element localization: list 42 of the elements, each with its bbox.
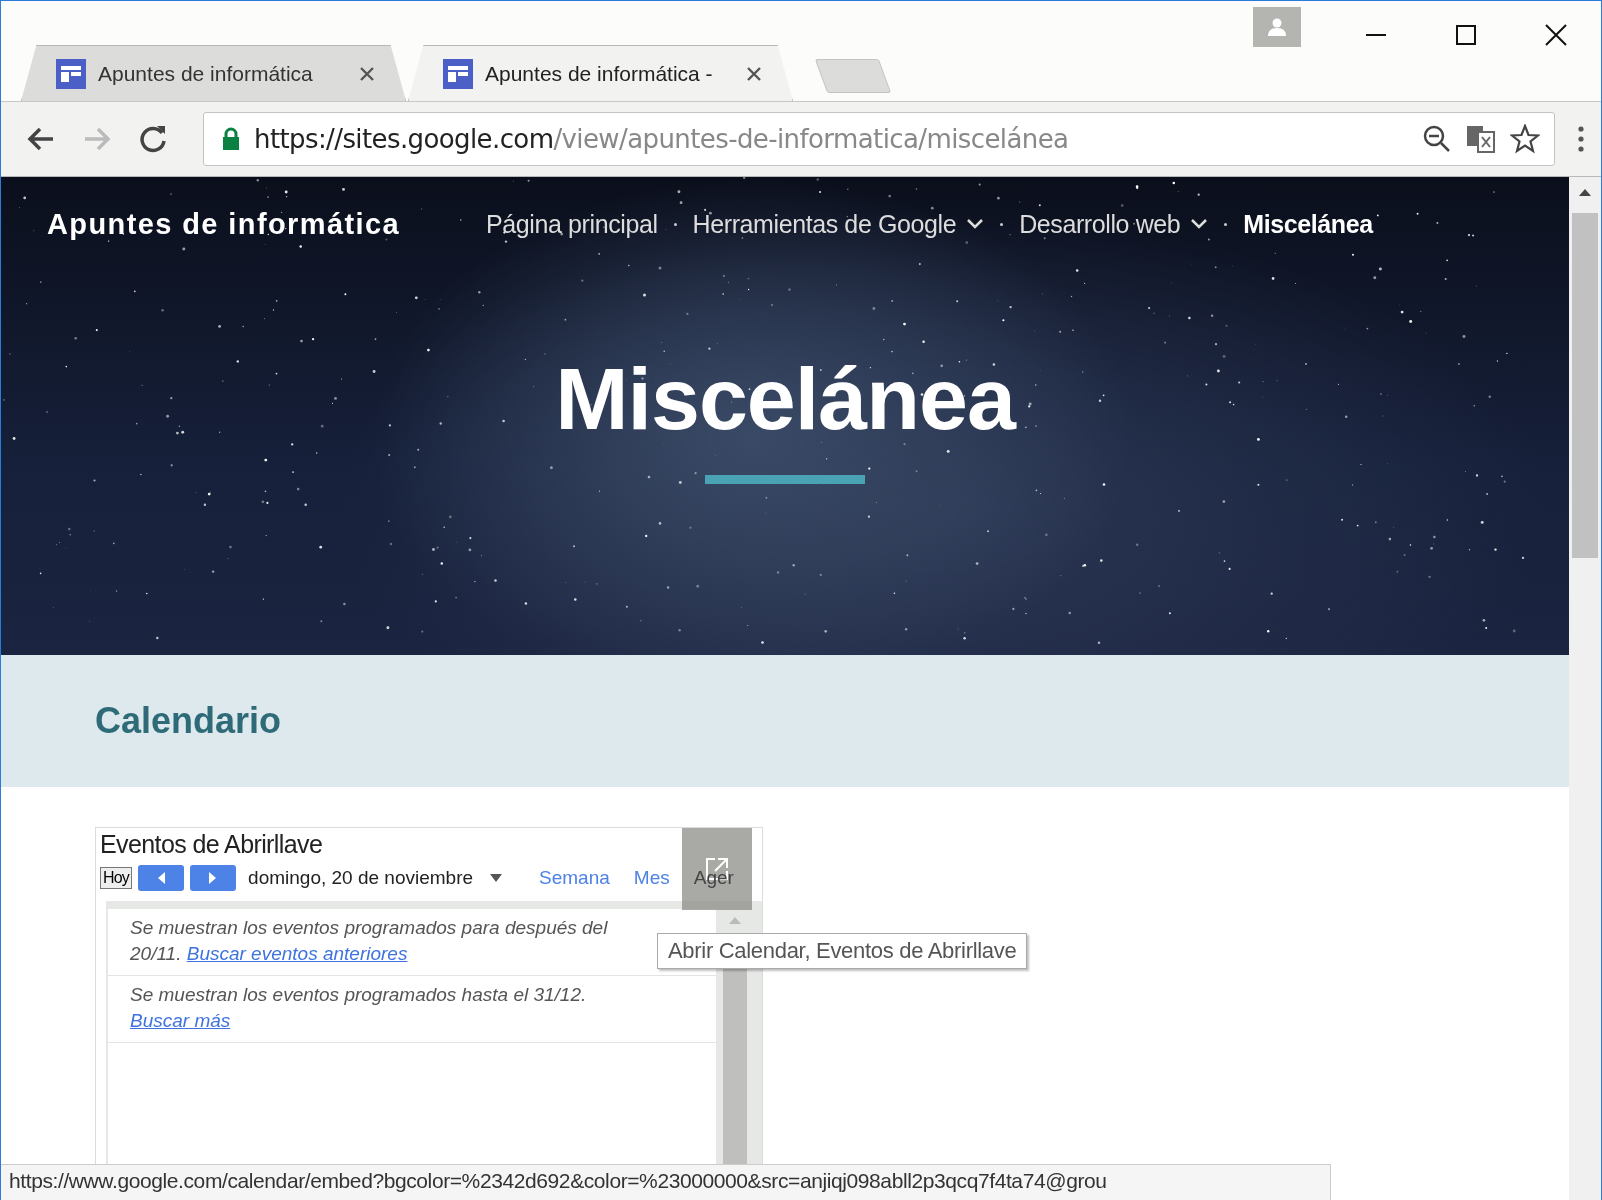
chevron-down-icon (966, 218, 985, 230)
page-title: Miscelánea (554, 355, 1017, 443)
section-heading: Calendario (95, 700, 282, 742)
browser-tab[interactable]: Apuntes de informática (21, 45, 406, 101)
dropdown-arrow-icon[interactable] (489, 873, 504, 883)
minimize-icon (1366, 34, 1386, 36)
page-icon (56, 58, 86, 89)
nav-link[interactable]: Miscelánea (1243, 209, 1373, 239)
nav-link[interactable]: Desarrollo web (1019, 209, 1209, 239)
browser-tab[interactable]: Apuntes de informática - (408, 45, 793, 101)
view-tab[interactable]: Ager (693, 867, 734, 889)
scrollbar-thumb[interactable] (1572, 213, 1598, 558)
person-icon (1267, 18, 1287, 36)
search-link[interactable]: Buscar eventos anteriores (186, 943, 408, 964)
address-bar[interactable]: https://sites.google.com/view/apuntes-de-informatica/miscelánea (203, 112, 1555, 166)
zoom-out-icon[interactable] (1422, 124, 1452, 154)
calendar-title: Eventos de Abrirllave (99, 829, 324, 859)
page-icon (443, 58, 473, 89)
search-link[interactable]: Buscar más (130, 1008, 231, 1034)
next-button[interactable] (190, 865, 237, 891)
menu-icon[interactable] (1575, 124, 1587, 154)
maximize-icon (1455, 24, 1477, 46)
chevron-down-icon (1190, 218, 1209, 230)
nav-link[interactable]: Herramientas de Google (692, 209, 985, 239)
notice-text: Se muestran los eventos programados hasta el 31/12. Buscar más (108, 976, 716, 1043)
status-bar-url: https://www.google.com/calendar/embed?bgcolor=%2342d692&color=%23000000&src=anjiqj098abll2p3qcq7f4ta74@grou (1, 1164, 1331, 1200)
date-label[interactable]: domingo, 20 de noviembre (248, 867, 474, 889)
view-tab[interactable]: Semana (539, 867, 610, 889)
lock-icon (222, 127, 240, 151)
tooltip: Abrir Calendar, Eventos de Abrirllave (657, 933, 1028, 969)
close-icon (1544, 23, 1568, 47)
star-icon[interactable] (1510, 124, 1540, 154)
today-button[interactable]: Hoy (100, 867, 133, 889)
translate-icon[interactable] (1466, 124, 1496, 154)
url-text: https://sites.google.com/view/apuntes-de-informatica/miscelánea (254, 124, 1070, 154)
left-triangle-icon (156, 871, 167, 885)
previous-button[interactable] (138, 865, 185, 891)
view-tab[interactable]: Mes (633, 867, 670, 889)
site-title[interactable]: Apuntes de informática (47, 207, 401, 241)
open-external-button[interactable] (682, 828, 752, 910)
scroll-up-icon[interactable] (1578, 187, 1592, 197)
nav-link[interactable]: Página principal (486, 209, 658, 239)
